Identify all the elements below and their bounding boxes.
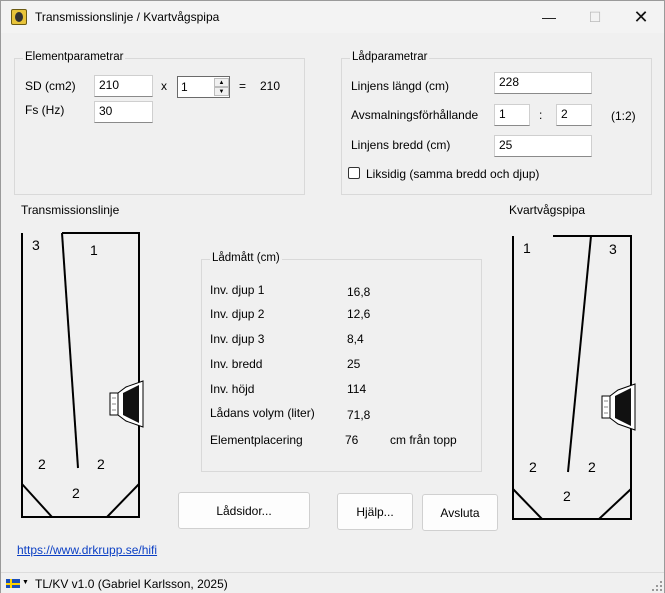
taper-ratio-display: (1:2)	[611, 109, 636, 123]
dim-label-depth2: Inv. djup 2	[210, 307, 265, 321]
qw-diagram: 1 3 2 2 2	[512, 235, 636, 520]
resize-grip-icon[interactable]	[652, 581, 662, 591]
tl-diagram: 3 1 2 2 2	[21, 232, 144, 518]
dim-unit-placement: cm från topp	[390, 433, 457, 447]
taper-b-input[interactable]: 2	[556, 104, 592, 126]
dimensions-legend: Lådmått (cm)	[210, 252, 282, 264]
qw-corner-left	[512, 488, 543, 520]
tl-label-2b: 2	[97, 456, 105, 472]
sd-total: 210	[260, 79, 281, 93]
box-sides-button[interactable]: Lådsidor...	[178, 492, 310, 529]
line-length-input[interactable]: 228	[494, 72, 592, 94]
sd-input[interactable]: 210	[94, 75, 153, 97]
dim-label-placement: Elementplacering	[210, 433, 303, 447]
dim-label-volume: Lådans volym (liter)	[210, 406, 315, 420]
times-sign: x	[161, 79, 167, 93]
tl-label-1: 1	[90, 242, 98, 258]
swedish-flag-icon[interactable]	[6, 579, 20, 588]
taper-a-input[interactable]: 1	[494, 104, 530, 126]
fs-input[interactable]: 30	[94, 101, 153, 123]
element-count-spinner[interactable]: 1 ▲ ▼	[177, 76, 230, 98]
help-button[interactable]: Hjälp...	[337, 493, 413, 530]
element-count-value[interactable]: 1	[181, 80, 188, 94]
element-params-legend: Elementparametrar	[23, 51, 126, 63]
dim-value-depth1: 16,8	[347, 285, 371, 299]
app-window: Transmissionslinje / Kvartvågspipa — ☐ ✕…	[0, 0, 665, 593]
line-length-label: Linjens längd (cm)	[351, 79, 450, 93]
tl-label-3: 3	[32, 237, 40, 253]
fs-label: Fs (Hz)	[25, 103, 65, 117]
qw-box-outline	[512, 235, 632, 520]
tl-diagram-title: Transmissionslinje	[21, 203, 120, 217]
minimize-button[interactable]: —	[526, 1, 572, 33]
qw-label-2c: 2	[563, 488, 571, 504]
qw-label-2b: 2	[588, 459, 596, 475]
spin-up-button[interactable]: ▲	[214, 78, 229, 87]
dim-value-height: 114	[347, 382, 367, 396]
status-text: TL/KV v1.0 (Gabriel Karlsson, 2025)	[35, 577, 228, 591]
line-width-label: Linjens bredd (cm)	[351, 138, 451, 152]
title-bar: Transmissionslinje / Kvartvågspipa — ☐ ✕	[1, 1, 664, 33]
dim-label-width: Inv. bredd	[210, 357, 263, 371]
equal-sides-checkbox[interactable]	[348, 167, 360, 179]
dim-label-height: Inv. höjd	[210, 382, 255, 396]
speaker-icon	[109, 380, 144, 428]
dim-value-depth3: 8,4	[347, 332, 364, 346]
taper-label: Avsmalningsförhållande	[351, 108, 479, 122]
status-bar: ▼ TL/KV v1.0 (Gabriel Karlsson, 2025)	[1, 572, 664, 593]
sd-label: SD (cm2)	[25, 79, 76, 93]
speaker-app-icon	[11, 9, 27, 25]
window-title: Transmissionslinje / Kvartvågspipa	[35, 10, 220, 24]
qw-label-3: 3	[609, 241, 617, 257]
qw-label-1: 1	[523, 240, 531, 256]
qw-corner-right	[598, 488, 632, 520]
dim-value-width: 25	[347, 357, 361, 371]
dim-value-depth2: 12,6	[347, 307, 371, 321]
tl-divider	[61, 232, 79, 469]
dim-value-volume: 71,8	[347, 408, 371, 422]
speaker-icon-qw	[601, 383, 636, 431]
qw-divider	[567, 235, 592, 473]
qw-diagram-title: Kvartvågspipa	[509, 203, 586, 217]
tl-label-2a: 2	[38, 456, 46, 472]
equals-sign: =	[239, 79, 247, 93]
dim-value-placement: 76	[345, 433, 359, 447]
tl-box-outline	[21, 232, 140, 518]
tl-corner-left	[21, 483, 53, 518]
qw-label-2a: 2	[529, 459, 537, 475]
tl-label-2c: 2	[72, 485, 80, 501]
dim-label-depth3: Inv. djup 3	[210, 332, 265, 346]
spin-down-button[interactable]: ▼	[214, 87, 229, 96]
close-button[interactable]: ✕	[618, 1, 664, 33]
language-dropdown-icon[interactable]: ▼	[22, 579, 29, 586]
website-link[interactable]: https://www.drkrupp.se/hifi	[17, 543, 157, 557]
dim-label-depth1: Inv. djup 1	[210, 283, 265, 297]
equal-sides-label[interactable]: Liksidig (samma bredd och djup)	[366, 167, 539, 181]
tl-corner-right	[106, 483, 140, 518]
maximize-button[interactable]: ☐	[572, 1, 618, 33]
taper-colon: :	[539, 108, 543, 122]
quit-button[interactable]: Avsluta	[422, 494, 498, 531]
line-width-input[interactable]: 25	[494, 135, 592, 157]
box-params-legend: Lådparametrar	[350, 51, 430, 63]
